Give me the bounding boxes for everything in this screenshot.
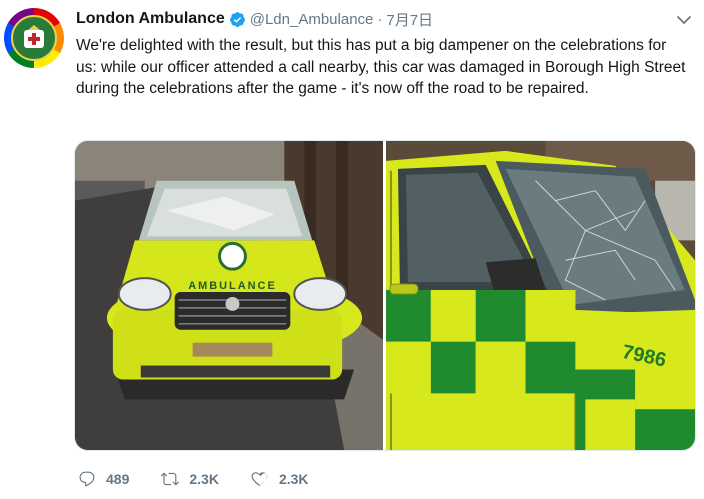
hood-lettering: AMBULANCE [188, 280, 277, 292]
tweet-actions: 489 2.3K 2.3K [78, 466, 341, 492]
user-handle[interactable]: @Ldn_Ambulance [250, 11, 374, 28]
photo-side-of-car[interactable]: 7986 [386, 141, 695, 450]
verified-badge-icon [229, 11, 245, 27]
retweet-icon [161, 472, 180, 486]
retweet-count: 2.3K [189, 471, 219, 487]
avatar-crest-badge [11, 15, 57, 61]
photo-front-of-car[interactable]: AMBULANCE [75, 141, 383, 450]
separator-dot: · [377, 10, 383, 28]
damaged-car-front-image: AMBULANCE [75, 141, 383, 450]
damaged-car-side-image: 7986 [386, 141, 695, 450]
reply-button[interactable]: 489 [78, 470, 129, 488]
display-name[interactable]: London Ambulance [76, 10, 225, 28]
ambulance-crest-icon [24, 25, 44, 48]
media-gallery[interactable]: AMBULANCE 7986 [74, 140, 696, 451]
timestamp[interactable]: 7月7日 [386, 9, 433, 30]
tweet-card: London Ambulance @Ldn_Ambulance · 7月7日 W… [0, 0, 704, 499]
avatar[interactable] [4, 8, 64, 68]
reply-icon [79, 471, 95, 487]
reply-count: 489 [106, 471, 130, 487]
retweet-button[interactable]: 2.3K [161, 470, 219, 488]
chevron-down-icon[interactable] [676, 12, 692, 28]
like-button[interactable]: 2.3K [251, 470, 309, 488]
like-count: 2.3K [278, 471, 309, 487]
tweet-text: We're delighted with the result, but thi… [76, 37, 686, 97]
tweet-header: London Ambulance @Ldn_Ambulance · 7月7日 [76, 8, 433, 30]
like-icon [251, 472, 268, 487]
